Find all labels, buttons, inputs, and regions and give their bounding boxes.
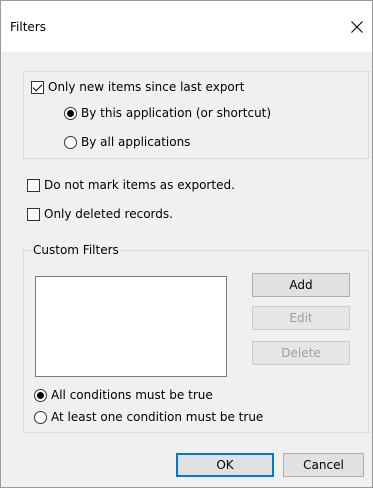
by-all-applications-radio[interactable]: [64, 135, 77, 149]
only-new-items-checkbox[interactable]: [31, 80, 44, 94]
add-filter-button[interactable]: Add: [252, 273, 350, 297]
custom-filters-list[interactable]: [35, 276, 227, 377]
only-deleted-label: Only deleted records.: [44, 207, 173, 221]
edit-filter-button[interactable]: Edit: [252, 306, 350, 330]
title-bar: Filters: [1, 1, 372, 52]
by-all-applications-label: By all applications: [81, 135, 191, 149]
at-least-one-radio[interactable]: [34, 410, 47, 424]
delete-filter-button[interactable]: Delete: [252, 341, 350, 365]
by-this-application-label: By this application (or shortcut): [81, 106, 272, 120]
custom-filters-group: Custom Filters Add Edit Delete All condi…: [23, 243, 369, 433]
do-not-mark-checkbox[interactable]: [27, 178, 40, 192]
by-all-applications-radio-row[interactable]: By all applications: [64, 135, 190, 149]
by-this-application-radio-row[interactable]: By this application (or shortcut): [64, 106, 271, 120]
do-not-mark-label: Do not mark items as exported.: [44, 178, 235, 192]
do-not-mark-checkbox-row[interactable]: Do not mark items as exported.: [27, 178, 235, 192]
only-new-items-checkbox-row[interactable]: Only new items since last export: [31, 80, 244, 94]
close-icon: [351, 21, 363, 33]
only-deleted-checkbox-row[interactable]: Only deleted records.: [27, 207, 173, 221]
close-button[interactable]: [344, 14, 370, 40]
all-conditions-radio-row[interactable]: All conditions must be true: [34, 388, 213, 402]
custom-filters-label: Custom Filters: [32, 243, 120, 257]
ok-button[interactable]: OK: [176, 453, 274, 477]
by-this-application-radio[interactable]: [64, 106, 77, 120]
cancel-button[interactable]: Cancel: [283, 453, 364, 477]
export-options-group: Only new items since last export By this…: [23, 71, 369, 159]
all-conditions-label: All conditions must be true: [51, 388, 213, 402]
only-deleted-checkbox[interactable]: [27, 207, 40, 221]
only-new-items-label: Only new items since last export: [48, 80, 245, 94]
at-least-one-radio-row[interactable]: At least one condition must be true: [34, 410, 263, 424]
filters-dialog: Filters Only new items since last export…: [0, 0, 373, 488]
window-title: Filters: [10, 20, 46, 34]
at-least-one-label: At least one condition must be true: [51, 410, 264, 424]
all-conditions-radio[interactable]: [34, 388, 47, 402]
